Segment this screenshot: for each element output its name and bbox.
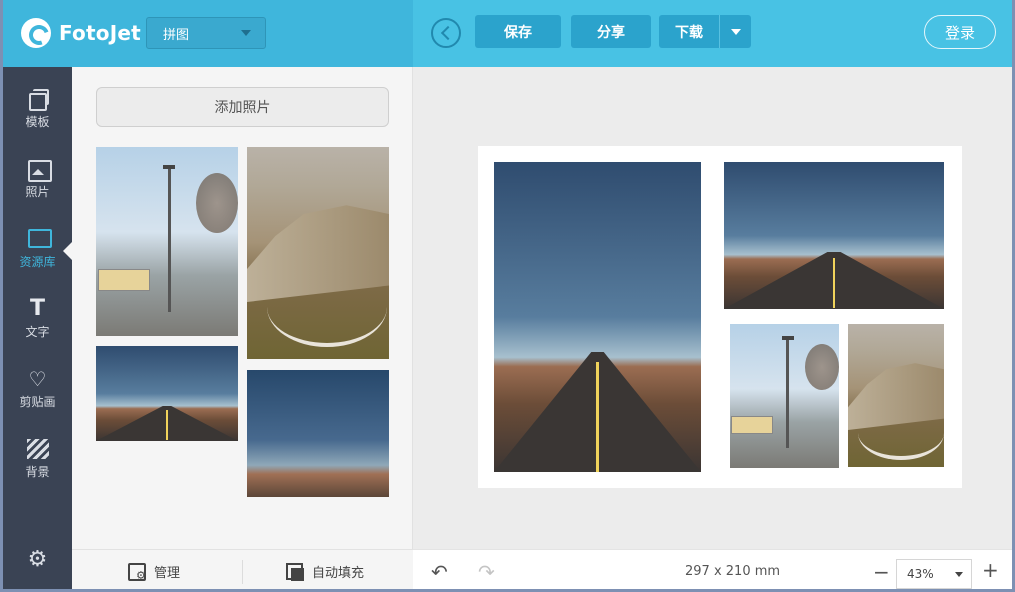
- zoom-select[interactable]: 43%: [896, 559, 972, 589]
- login-button[interactable]: 登录: [924, 15, 996, 49]
- mode-select[interactable]: 拼图: [146, 17, 266, 49]
- text-icon: T: [29, 295, 45, 321]
- back-button[interactable]: [431, 18, 461, 48]
- chevron-down-icon: [955, 572, 963, 577]
- autofill-label: 自动填充: [312, 566, 365, 581]
- manage-label: 管理: [154, 566, 181, 581]
- gear-icon: ⚙: [27, 547, 48, 572]
- collage-cell[interactable]: [724, 162, 944, 309]
- sidebar-item-label: 资源库: [19, 254, 56, 269]
- stripes-icon: [26, 438, 49, 459]
- sidebar-item-label: 背景: [25, 464, 50, 479]
- monitor-icon: [27, 228, 52, 249]
- autofill-button[interactable]: 自动填充: [286, 562, 364, 581]
- autofill-icon: [286, 562, 304, 581]
- panel-footer: 管理 自动填充: [72, 549, 413, 589]
- canvas-toolbar: ↶ ↷ 297 x 210 mm − 43% +: [413, 549, 1012, 589]
- share-button[interactable]: 分享: [571, 15, 651, 48]
- app-window: FotoJet 拼图 保存 分享 下载 登录 模板 照片 资源库 T 文字 ♡: [0, 0, 1015, 592]
- sidebar-item-label: 模板: [25, 114, 50, 129]
- sidebar-item-label: 剪贴画: [19, 394, 56, 409]
- sidebar-rail: 模板 照片 资源库 T 文字 ♡ 剪贴画 背景 ⚙: [3, 67, 73, 589]
- header-left: FotoJet 拼图: [3, 0, 413, 67]
- sidebar-item-label: 照片: [25, 184, 50, 199]
- sidebar-item-photos[interactable]: 照片: [3, 149, 72, 209]
- logo-icon: [21, 18, 51, 48]
- chevron-down-icon: [241, 30, 251, 36]
- download-button[interactable]: 下载: [659, 15, 719, 48]
- photo-thumb[interactable]: [247, 370, 389, 497]
- zoom-in-button[interactable]: +: [982, 558, 999, 582]
- collage-cell[interactable]: [730, 324, 839, 468]
- photo-panel: 添加照片 管理 自动填充: [72, 67, 413, 589]
- sidebar-item-text[interactable]: T 文字: [3, 289, 72, 349]
- photo-thumb[interactable]: [96, 147, 238, 336]
- sidebar-item-background[interactable]: 背景: [3, 429, 72, 489]
- collage-canvas[interactable]: [478, 146, 962, 488]
- canvas-size-label: 297 x 210 mm: [685, 564, 781, 579]
- sidebar-item-library[interactable]: 资源库: [3, 219, 73, 279]
- redo-icon[interactable]: ↷: [478, 562, 495, 582]
- logo[interactable]: FotoJet: [21, 18, 141, 48]
- template-icon: [27, 88, 49, 111]
- zoom-out-button[interactable]: −: [873, 560, 890, 584]
- photo-thumb[interactable]: [96, 346, 238, 441]
- heart-icon: ♡: [28, 366, 47, 391]
- photo-icon: [27, 159, 52, 182]
- mode-select-value: 拼图: [163, 27, 190, 43]
- collage-cell[interactable]: [848, 324, 944, 467]
- manage-icon: [128, 562, 146, 582]
- collage-cell[interactable]: [494, 162, 701, 472]
- zoom-value: 43%: [907, 567, 934, 581]
- sidebar-item-clipart[interactable]: ♡ 剪贴画: [3, 359, 72, 419]
- manage-button[interactable]: 管理: [128, 562, 181, 582]
- settings-button[interactable]: ⚙: [3, 529, 72, 589]
- undo-icon[interactable]: ↶: [431, 562, 448, 582]
- add-photo-button[interactable]: 添加照片: [96, 87, 389, 127]
- sidebar-item-templates[interactable]: 模板: [3, 79, 72, 139]
- save-button[interactable]: 保存: [475, 15, 561, 48]
- divider: [242, 560, 243, 584]
- sidebar-item-label: 文字: [25, 324, 50, 339]
- download-dropdown-button[interactable]: [719, 15, 751, 48]
- logo-text: FotoJet: [59, 21, 141, 45]
- photo-thumb[interactable]: [247, 147, 389, 359]
